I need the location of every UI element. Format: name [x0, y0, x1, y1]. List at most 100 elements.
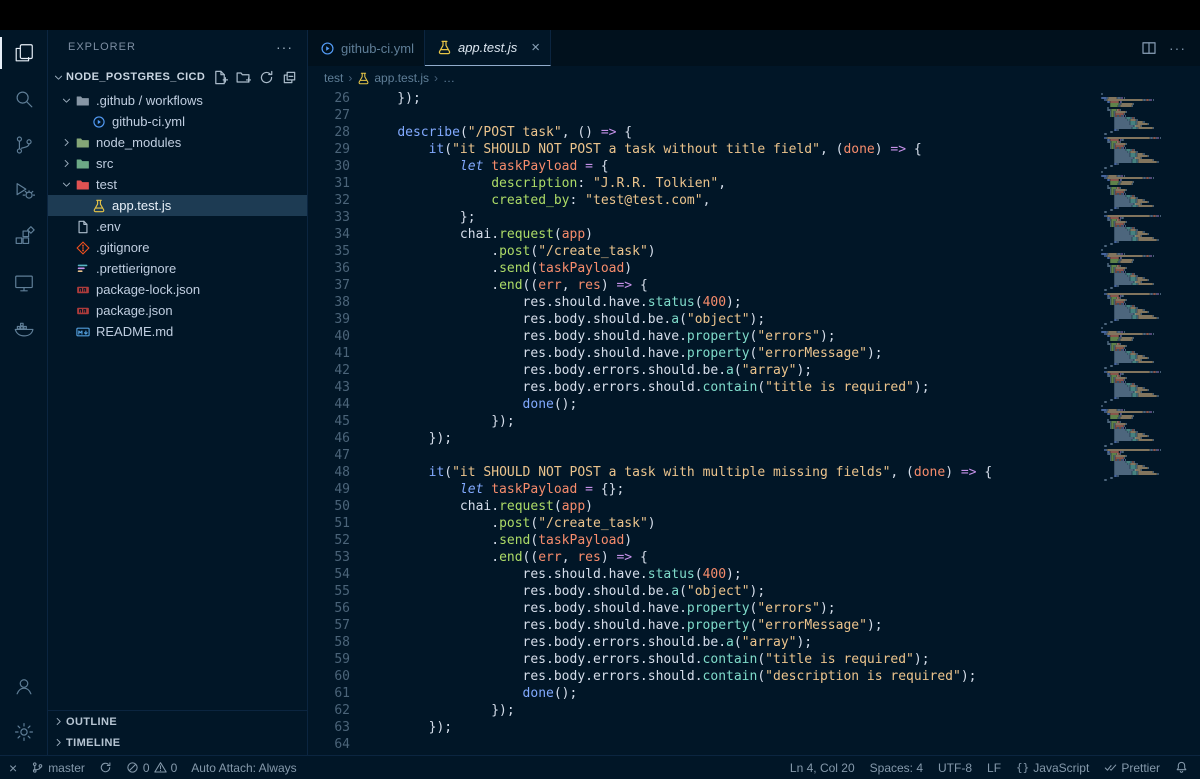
problems[interactable]: 00 — [126, 761, 177, 775]
search-icon[interactable] — [0, 76, 47, 122]
folder-icon — [74, 178, 92, 192]
code-text: .post("/create_task") — [350, 243, 656, 260]
remote-explorer-icon[interactable] — [0, 260, 47, 306]
problems-label: 0 — [171, 761, 178, 775]
run-and-debug-icon[interactable] — [0, 168, 47, 214]
code-line: 27 — [308, 107, 1090, 124]
language-mode[interactable]: {}JavaScript — [1016, 761, 1089, 775]
actions-icon — [90, 115, 108, 129]
close-icon[interactable]: × — [531, 40, 540, 55]
tab-label: github-ci.yml — [341, 41, 414, 56]
code-line: 51 .post("/create_task") — [308, 515, 1090, 532]
chevron-right-icon[interactable] — [58, 137, 74, 148]
branch-icon — [31, 761, 44, 774]
chevron-right-icon[interactable] — [58, 158, 74, 169]
tab-github-ci.yml[interactable]: github-ci.yml — [308, 30, 425, 66]
outline-section[interactable]: OUTLINE — [48, 711, 307, 732]
tree-item-app.test.js[interactable]: app.test.js — [48, 195, 307, 216]
code-line: 46 }); — [308, 430, 1090, 447]
timeline-section[interactable]: TIMELINE — [48, 732, 307, 753]
explorer-icon[interactable] — [0, 30, 47, 76]
line-number: 28 — [308, 124, 350, 141]
npm-icon — [74, 304, 92, 318]
remote-indicator[interactable]: × — [9, 761, 17, 775]
tree-item-label: github-ci.yml — [112, 114, 185, 129]
status-right: Ln 4, Col 20 Spaces: 4 UTF-8 LF {}JavaScript… — [790, 761, 1188, 775]
settings-icon[interactable] — [0, 709, 47, 755]
breadcrumb-item[interactable]: test — [324, 71, 343, 85]
code-text: res.body.errors.should.contain("title is… — [350, 651, 930, 668]
chevron-down-icon — [50, 72, 66, 83]
tree-item-test[interactable]: test — [48, 174, 307, 195]
tree-item-.prettierignore[interactable]: .prettierignore — [48, 258, 307, 279]
docker-icon[interactable] — [0, 306, 47, 352]
tree-item-label: app.test.js — [112, 198, 171, 213]
tab-app.test.js[interactable]: app.test.js × — [425, 30, 551, 66]
tree-item-src[interactable]: src — [48, 153, 307, 174]
code-area: 26 });2728 describe("/POST task", () => … — [308, 90, 1200, 755]
line-number: 36 — [308, 260, 350, 277]
more-actions-icon[interactable]: ··· — [276, 40, 293, 55]
chevron-down-icon[interactable] — [58, 179, 74, 190]
breadcrumb-item[interactable]: … — [443, 71, 455, 85]
explorer-section-header[interactable]: NODE_POSTGRES_CICD — [48, 64, 307, 90]
tree-item-github-ci.yml[interactable]: github-ci.yml — [48, 111, 307, 132]
code-text: chai.request(app) — [350, 226, 593, 243]
file-icon — [74, 220, 92, 234]
tree-item-.gitignore[interactable]: .gitignore — [48, 237, 307, 258]
sidebar-explorer: EXPLORER ··· NODE_POSTGRES_CICD .github … — [48, 30, 308, 755]
eol[interactable]: LF — [987, 761, 1001, 775]
more-actions-icon[interactable]: ··· — [1169, 41, 1186, 55]
tree-item-.env[interactable]: .env — [48, 216, 307, 237]
tree-item-label: package.json — [96, 303, 173, 318]
tree-item-package.json[interactable]: package.json — [48, 300, 307, 321]
code-line: 44 done(); — [308, 396, 1090, 413]
notifications[interactable] — [1175, 761, 1188, 774]
sync-changes[interactable] — [99, 761, 112, 774]
sync-icon — [99, 761, 112, 774]
beaker-icon — [357, 72, 370, 85]
extensions-icon[interactable] — [0, 214, 47, 260]
code-line: 26 }); — [308, 90, 1090, 107]
tree-item-.github-workflows[interactable]: .github / workflows — [48, 90, 307, 111]
tree-item-package-lock.json[interactable]: package-lock.json — [48, 279, 307, 300]
indentation[interactable]: Spaces: 4 — [870, 761, 923, 775]
activity-bar — [0, 30, 48, 755]
tree-item-readme.md[interactable]: README.md — [48, 321, 307, 342]
code-text: }); — [350, 719, 452, 736]
new-file-icon[interactable] — [213, 70, 228, 85]
minimap[interactable] — [1094, 90, 1200, 755]
code-editor[interactable]: 26 });2728 describe("/POST task", () => … — [308, 90, 1090, 755]
line-number: 42 — [308, 362, 350, 379]
git-branch[interactable]: master — [31, 761, 85, 775]
line-number: 55 — [308, 583, 350, 600]
editor-group: github-ci.ymlapp.test.js× ··· test›app.t… — [308, 30, 1200, 755]
braces-icon: {} — [1016, 762, 1029, 773]
accounts-icon[interactable] — [0, 663, 47, 709]
code-text: res.body.should.have.property("errors"); — [350, 328, 836, 345]
split-editor-icon[interactable] — [1141, 40, 1157, 56]
tab-label: app.test.js — [458, 40, 517, 55]
refresh-explorer-icon[interactable] — [259, 70, 274, 85]
line-number: 27 — [308, 107, 350, 124]
code-text: created_by: "test@test.com", — [350, 192, 710, 209]
prettier[interactable]: Prettier — [1104, 761, 1160, 775]
folder-icon — [74, 94, 92, 108]
breadcrumb-item[interactable]: app.test.js — [357, 71, 429, 85]
collapse-folders-icon[interactable] — [282, 70, 297, 85]
tree-item-label: .github / workflows — [96, 93, 203, 108]
code-text: .end((err, res) => { — [350, 549, 648, 566]
auto-attach[interactable]: Auto Attach: Always — [191, 761, 296, 775]
source-control-icon[interactable] — [0, 122, 47, 168]
line-number: 50 — [308, 498, 350, 515]
encoding[interactable]: UTF-8 — [938, 761, 972, 775]
new-folder-icon[interactable] — [236, 70, 251, 85]
line-number: 41 — [308, 345, 350, 362]
code-line: 31 description: "J.R.R. Tolkien", — [308, 175, 1090, 192]
tree-item-node-modules[interactable]: node_modules — [48, 132, 307, 153]
chevron-down-icon[interactable] — [58, 95, 74, 106]
code-text: done(); — [350, 396, 577, 413]
cursor-position[interactable]: Ln 4, Col 20 — [790, 761, 855, 775]
line-number: 64 — [308, 736, 350, 753]
code-text: res.body.errors.should.contain("descript… — [350, 668, 977, 685]
